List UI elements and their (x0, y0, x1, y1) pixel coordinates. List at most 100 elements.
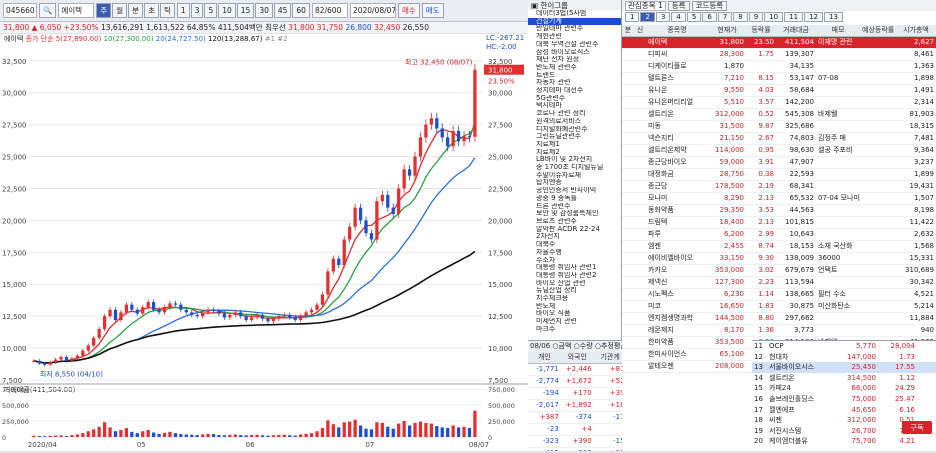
watch-row[interactable]: 동화약품 29,350 3.53 44,563 8,198 (622, 204, 936, 217)
theme-item[interactable]: 삼성 바이오로직스 (528, 49, 621, 57)
investor-tab[interactable]: ○금액 (552, 342, 571, 350)
theme-item[interactable]: 반일테마 관련주 (528, 25, 621, 33)
watch-row[interactable]: 레몬제지 8,170 1.36 3,773 940 (622, 324, 936, 337)
watch-tab-6[interactable]: 6 (702, 12, 717, 22)
theme-item[interactable]: 데이터3법(5사범 (528, 10, 621, 18)
watch-row[interactable]: 엠젠 2,455 8.74 18,153 소재 국산화 1,568 (622, 240, 936, 253)
theme-item[interactable]: 대북주 (528, 241, 621, 249)
watch-row[interactable]: 미동 31,500 9.87 325,686 18,315 (622, 120, 936, 133)
theme-item[interactable]: 정치테마 대선주 (528, 87, 621, 95)
ranking-row[interactable]: 12 현대차 147,000 1.73 (752, 352, 936, 363)
investor-tab[interactable]: ○수량 (571, 342, 593, 350)
chart-type-2[interactable]: 분 (128, 3, 144, 18)
chart-type-0[interactable]: 주 (96, 3, 112, 18)
theme-item[interactable]: 바이오 산업 관련 (528, 280, 621, 288)
ranking-row[interactable]: 15 카페24 66,000 24.29 (752, 383, 936, 394)
watch-tab-8[interactable]: 8 (733, 12, 748, 22)
watch-tab-3[interactable]: 3 (655, 12, 671, 22)
theme-item[interactable]: 공인인증서 반사이익 (528, 187, 621, 195)
theme-item[interactable]: 그린뉴딜관련주 (528, 133, 621, 141)
watch-row[interactable]: 셀트리온제약 114,000 0.95 98,630 셀공 주포비 9,364 (622, 144, 936, 157)
theme-item[interactable]: 대통령 취임사 관련1 (528, 264, 621, 272)
theme-item[interactable]: 주말이슈자료재 (528, 172, 621, 180)
watch-row[interactable]: 미코 16,650 1.83 30,875 미산화탄소 5,214 (622, 300, 936, 313)
theme-item[interactable]: 미세먼지 관련 (528, 318, 621, 326)
theme-item[interactable]: 개헌관련 (528, 33, 621, 41)
period-30[interactable]: 30 (255, 3, 273, 18)
theme-item[interactable]: 보안 및 감성룸특체인 (528, 210, 621, 218)
price-chart[interactable]: 32,500 32,500 30,000 30,000 27,500 27,500 25,0… (0, 34, 528, 451)
watch-tab-11[interactable]: 11 (784, 12, 804, 22)
watch-tab-4[interactable]: 4 (671, 12, 686, 22)
theme-item[interactable]: 코로나 관련 정리 (528, 110, 621, 118)
watch-row[interactable]: 드림텍 18,400 2.13 101,815 11,422 (622, 216, 936, 229)
watch-row[interactable]: 카카오 353,000 3.02 679,679 언택트 310,689 (622, 264, 936, 277)
stock-name-field[interactable]: 에이텍 (58, 3, 95, 18)
theme-item[interactable]: 지수체크용 (528, 295, 621, 303)
watch-row[interactable]: 넥슨지티 21,150 2.67 74,803 김정주 매 7,481 (622, 132, 936, 145)
watch-row[interactable]: 유니온머티리얼 5,510 3.57 142,200 2,314 (622, 96, 936, 109)
theme-item[interactable]: 디지털화폐관련주 (528, 126, 621, 134)
theme-item[interactable]: 브로츠 관련주 (528, 218, 621, 226)
theme-item[interactable]: 마크주 (528, 326, 621, 334)
watch-tab-7[interactable]: 7 (717, 12, 733, 22)
chart-type-4[interactable]: 틱 (159, 3, 175, 18)
subscribe-button[interactable]: 구독 (902, 421, 932, 434)
watch-row[interactable]: 엔지켐생명과학 144,500 8.80 297,662 11,884 (622, 312, 936, 325)
theme-item[interactable]: 대통령 취임사 관련2 (528, 272, 621, 280)
period-60[interactable]: 60 (292, 3, 310, 18)
watch-tab-5[interactable]: 5 (686, 12, 702, 22)
ranking-row[interactable]: 14 셀트리온 314,500 1.12 (752, 373, 936, 384)
ranking-row[interactable]: 11 OCP 5,770 28,004 (752, 341, 936, 352)
theme-item[interactable]: 광중 9 중독률 (528, 195, 621, 203)
period-45[interactable]: 45 (273, 3, 292, 18)
watch-row[interactable]: 제넥신 127,300 2.23 113,594 30,342 (622, 276, 936, 289)
watch-row[interactable]: 대정화금 28,750 0.38 22,593 1,899 (622, 168, 936, 181)
watch-row[interactable]: 모나미 8,290 2.13 65,532 07-04 모나미 1,507 (622, 192, 936, 205)
watch-row[interactable]: 유니온 9,550 4.03 58,684 1,491 (622, 84, 936, 97)
watch-row[interactable]: 파루 6,200 2.99 10,643 2,632 (622, 228, 936, 241)
theme-item[interactable]: 반도체 관련주 (528, 64, 621, 72)
theme-item[interactable]: 알악판 ACDR 22-24 (528, 226, 621, 234)
watch-row[interactable]: 시노펙스 6,230 1.14 138,665 필터 수소 4,521 (622, 288, 936, 301)
theme-item[interactable]: 반도체 (528, 303, 621, 311)
ranking-row[interactable]: 16 솔브레인홀딩스 75,000 25.47 (752, 394, 936, 405)
period-3[interactable]: 3 (190, 3, 204, 18)
period-10[interactable]: 10 (218, 3, 236, 18)
count-field[interactable]: 82/600 (311, 3, 348, 18)
period-5[interactable]: 5 (204, 3, 218, 18)
theme-item[interactable]: 택시테마 (528, 102, 621, 110)
ranking-row[interactable]: 13 서울바이오시스 25,450 17.55 (752, 362, 936, 373)
date-field[interactable]: 2020/08/07 (349, 3, 396, 18)
theme-item[interactable]: 드론 관련주 (528, 203, 621, 211)
ranking-row[interactable]: 17 젤엔에프 45,650 6.16 (752, 405, 936, 416)
watch-row[interactable]: 종근당바이오 59,000 3.91 47,907 3,237 (622, 156, 936, 169)
period-15[interactable]: 15 (236, 3, 255, 18)
theme-item[interactable]: 대북 무역건설 관련주 (528, 41, 621, 49)
theme-item[interactable]: 수소차 (528, 257, 621, 265)
watch-tab-2[interactable]: 2 (640, 12, 655, 22)
theme-item[interactable]: 치료제1 (528, 141, 621, 149)
buy-button[interactable]: 매수 (397, 3, 420, 18)
watch-row[interactable]: 셀트리온 312,000 0.52 545,308 바제웰 81,903 (622, 108, 936, 121)
ranking-row[interactable]: 20 케이엠더블유 75,700 4.21 (752, 436, 936, 447)
watch-tab-1[interactable]: 1 (625, 12, 640, 22)
stock-code-input[interactable]: 045660 (3, 3, 37, 18)
theme-item[interactable]: 뉴딜산업 정리 (528, 287, 621, 295)
code-register-button[interactable]: 코드등록 (691, 0, 728, 11)
theme-item[interactable]: LB바이 및 2차전지 (528, 156, 621, 164)
watch-tab-9[interactable]: 9 (748, 12, 764, 22)
search-icon[interactable]: 🔍 (39, 3, 57, 18)
chart-type-1[interactable]: 월 (112, 3, 128, 18)
register-button[interactable]: 등록 (667, 0, 690, 11)
chart-type-3[interactable]: 초 (144, 3, 159, 18)
theme-item[interactable]: 5G관련주 (528, 95, 621, 103)
theme-item[interactable]: 탑지엔종 (528, 179, 621, 187)
theme-item[interactable]: 자동차 관련 (528, 79, 621, 87)
theme-item[interactable]: 바이오 식품 (528, 310, 621, 318)
watch-row[interactable]: 에이텍 31,800 23.50 411,504 이재명 관련 2,627 (622, 36, 936, 49)
theme-item[interactable]: 원격의료서비스 (528, 118, 621, 126)
watch-row[interactable]: 디피씨 28,300 1.75 139,307 8,461 (622, 48, 936, 61)
watch-row[interactable]: 디케이티플로 1,870 34,135 1,363 (622, 60, 936, 73)
theme-item[interactable]: 자율주행 (528, 249, 621, 257)
